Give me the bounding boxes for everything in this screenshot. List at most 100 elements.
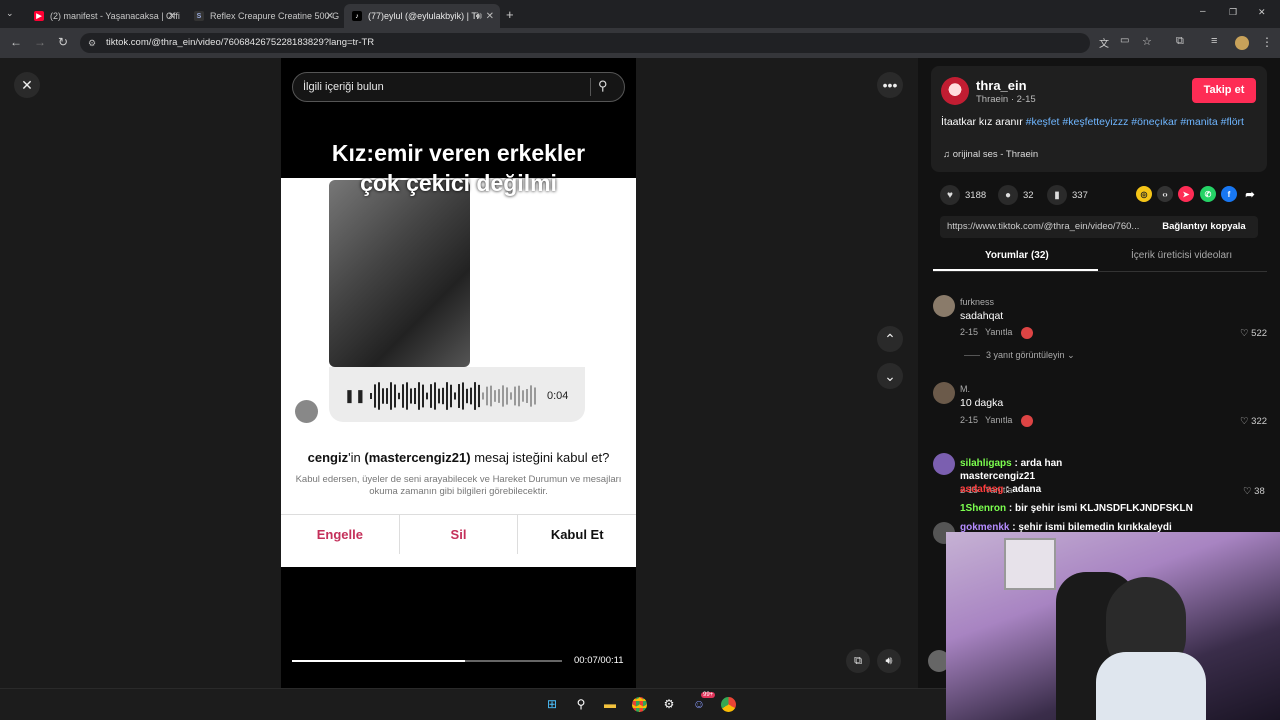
commenter-avatar[interactable] xyxy=(933,453,955,475)
creator-avatar[interactable] xyxy=(941,77,969,105)
waveform-bar xyxy=(526,389,528,403)
video-time: 00:07/00:11 xyxy=(574,655,624,666)
replies-line xyxy=(964,355,980,357)
close-tab-icon[interactable]: ✕ xyxy=(486,11,494,22)
extensions-icon[interactable]: ⧉ xyxy=(1176,35,1184,48)
tab-youtube[interactable]: ▶ (2) manifest - Yaşanacaksa | Offi ✕ xyxy=(26,4,182,28)
waveform-bar xyxy=(434,382,436,410)
creator-username[interactable]: thra_ein xyxy=(976,78,1027,93)
view-replies-label: 3 yanıt görüntüleyin xyxy=(986,350,1065,360)
reply-button[interactable]: Yanıtla xyxy=(985,415,1012,425)
view-replies[interactable]: 3 yanıt görüntüleyin ⌄ xyxy=(964,350,1075,361)
save-button[interactable]: ▮ 337 xyxy=(1047,185,1088,205)
tab-comments[interactable]: Yorumlar (32) xyxy=(985,250,1049,261)
more-options-button[interactable]: ••• xyxy=(877,72,903,98)
close-window-button[interactable]: ✕ xyxy=(1258,7,1266,18)
next-video-button[interactable]: ⌄ xyxy=(877,363,903,389)
sender-avatar xyxy=(295,400,318,423)
waveform-bar xyxy=(454,392,456,400)
hashtag[interactable]: #öneçıkar xyxy=(1131,116,1177,128)
bookmark-star-icon[interactable]: ☆ xyxy=(1142,35,1152,48)
cast-icon[interactable]: ▭ xyxy=(1120,35,1129,46)
commenter-avatar[interactable] xyxy=(933,295,955,317)
waveform-bar xyxy=(466,388,468,404)
file-explorer-icon[interactable]: ▬ xyxy=(601,695,619,713)
pip-button[interactable]: ⧉ xyxy=(846,649,870,673)
waveform xyxy=(370,382,536,410)
waveform-bar xyxy=(534,387,536,405)
chat-user: asdafasg xyxy=(960,484,1004,495)
commenter-name[interactable]: M. xyxy=(960,384,970,394)
chat-line: asdafasg : adana xyxy=(960,483,1280,496)
video-caption: İtaatkar kız aranır #keşfet #keşfetteyiz… xyxy=(941,115,1261,129)
heart-icon: ♥ xyxy=(940,185,960,205)
embed-icon[interactable]: ‹› xyxy=(1157,186,1173,202)
address-bar[interactable]: ⚙ tiktok.com/@thra_ein/video/76068426752… xyxy=(80,33,1090,53)
share-icon[interactable]: ➦ xyxy=(1242,186,1258,202)
tab-tiktok[interactable]: ♪ (77)eylul (@eylulakbyik) | Ti 🔊︎ ✕ xyxy=(344,4,500,28)
creator-liked-icon xyxy=(1021,327,1033,339)
tab-title: (77)eylul (@eylulakbyik) | Ti xyxy=(368,11,479,21)
tab-reflex[interactable]: S Reflex Creapure Creatine 500 G ✕ xyxy=(186,4,340,28)
commenter-avatar[interactable] xyxy=(933,382,955,404)
delete-button: Sil xyxy=(400,515,519,554)
hashtag[interactable]: #keşfet xyxy=(1026,116,1060,128)
steam-icon[interactable]: ⚙ xyxy=(660,695,678,713)
chrome-icon-active[interactable] xyxy=(719,695,737,713)
chrome-icon[interactable] xyxy=(630,695,648,713)
speaker-icon[interactable]: 🔊︎ xyxy=(476,11,482,22)
forward-icon[interactable]: → xyxy=(34,35,46,49)
volume-button[interactable]: 🔊︎ xyxy=(877,649,901,673)
comment-date: 2-15 xyxy=(960,327,979,337)
new-tab-button[interactable]: + xyxy=(506,7,514,22)
video-link[interactable]: https://www.tiktok.com/@thra_ein/video/7… xyxy=(947,221,1150,232)
media-control-icon[interactable]: ≡ xyxy=(1211,35,1217,47)
waveform-bar xyxy=(482,392,484,400)
tab-search-icon[interactable]: ⌄ xyxy=(6,8,14,19)
minimize-button[interactable]: – xyxy=(1200,6,1206,17)
waveform-bar xyxy=(422,384,424,408)
waveform-bar xyxy=(470,387,472,405)
search-icon[interactable]: ⚲ xyxy=(598,78,608,94)
reload-icon[interactable]: ↻ xyxy=(58,35,68,49)
site-favicon-icon: S xyxy=(194,11,204,21)
tab-divider xyxy=(933,271,1267,272)
search-divider xyxy=(590,78,591,96)
comment-button[interactable]: ● 32 xyxy=(998,185,1034,205)
close-video-button[interactable]: ✕ xyxy=(14,72,40,98)
whatsapp-icon[interactable]: ✆ xyxy=(1200,186,1216,202)
follow-button[interactable]: Takip et xyxy=(1192,78,1256,103)
photo-image xyxy=(329,180,470,367)
commenter-name[interactable]: furkness xyxy=(960,297,994,307)
search-icon[interactable]: ⚲ xyxy=(572,695,590,713)
coin-icon[interactable]: ◎ xyxy=(1136,186,1152,202)
like-button[interactable]: ♥ 3188 xyxy=(940,185,986,205)
back-icon[interactable]: ← xyxy=(10,35,22,49)
reply-button[interactable]: Yanıtla xyxy=(985,327,1012,337)
waveform-bar xyxy=(378,382,380,410)
maximize-button[interactable]: ❐ xyxy=(1229,7,1237,18)
comment-like[interactable]: ♡ 322 xyxy=(1240,416,1267,427)
site-info-icon[interactable]: ⚙ xyxy=(88,33,96,53)
tab-creator-videos[interactable]: İçerik üreticisi videoları xyxy=(1131,250,1232,261)
close-tab-icon[interactable]: ✕ xyxy=(326,11,334,22)
facebook-icon[interactable]: f xyxy=(1221,186,1237,202)
hashtag[interactable]: #keşfetteyizzz xyxy=(1062,116,1128,128)
profile-avatar[interactable] xyxy=(1235,36,1249,50)
menu-icon[interactable]: ⋮ xyxy=(1261,35,1273,49)
previous-video-button[interactable]: ⌃ xyxy=(877,326,903,352)
translate-icon[interactable]: 文 xyxy=(1099,35,1109,50)
comment-like[interactable]: ♡ 522 xyxy=(1240,328,1267,339)
waveform-bar xyxy=(462,382,464,410)
tab-title: (2) manifest - Yaşanacaksa | Offi xyxy=(50,11,180,21)
send-icon[interactable]: ➤ xyxy=(1178,186,1194,202)
search-input[interactable]: İlgili içeriği bulun xyxy=(292,72,625,102)
block-button: Engelle xyxy=(281,515,400,554)
hashtag[interactable]: #manita xyxy=(1180,116,1217,128)
close-tab-icon[interactable]: ✕ xyxy=(168,11,176,22)
music-link[interactable]: ♫ orijinal ses - Thraein xyxy=(943,149,1038,160)
copy-link-button[interactable]: Bağlantıyı kopyala xyxy=(1150,216,1258,238)
tiktok-icon: ♪ xyxy=(352,11,362,21)
hashtag[interactable]: #flört xyxy=(1221,116,1244,128)
windows-start-icon[interactable]: ⊞ xyxy=(543,695,561,713)
